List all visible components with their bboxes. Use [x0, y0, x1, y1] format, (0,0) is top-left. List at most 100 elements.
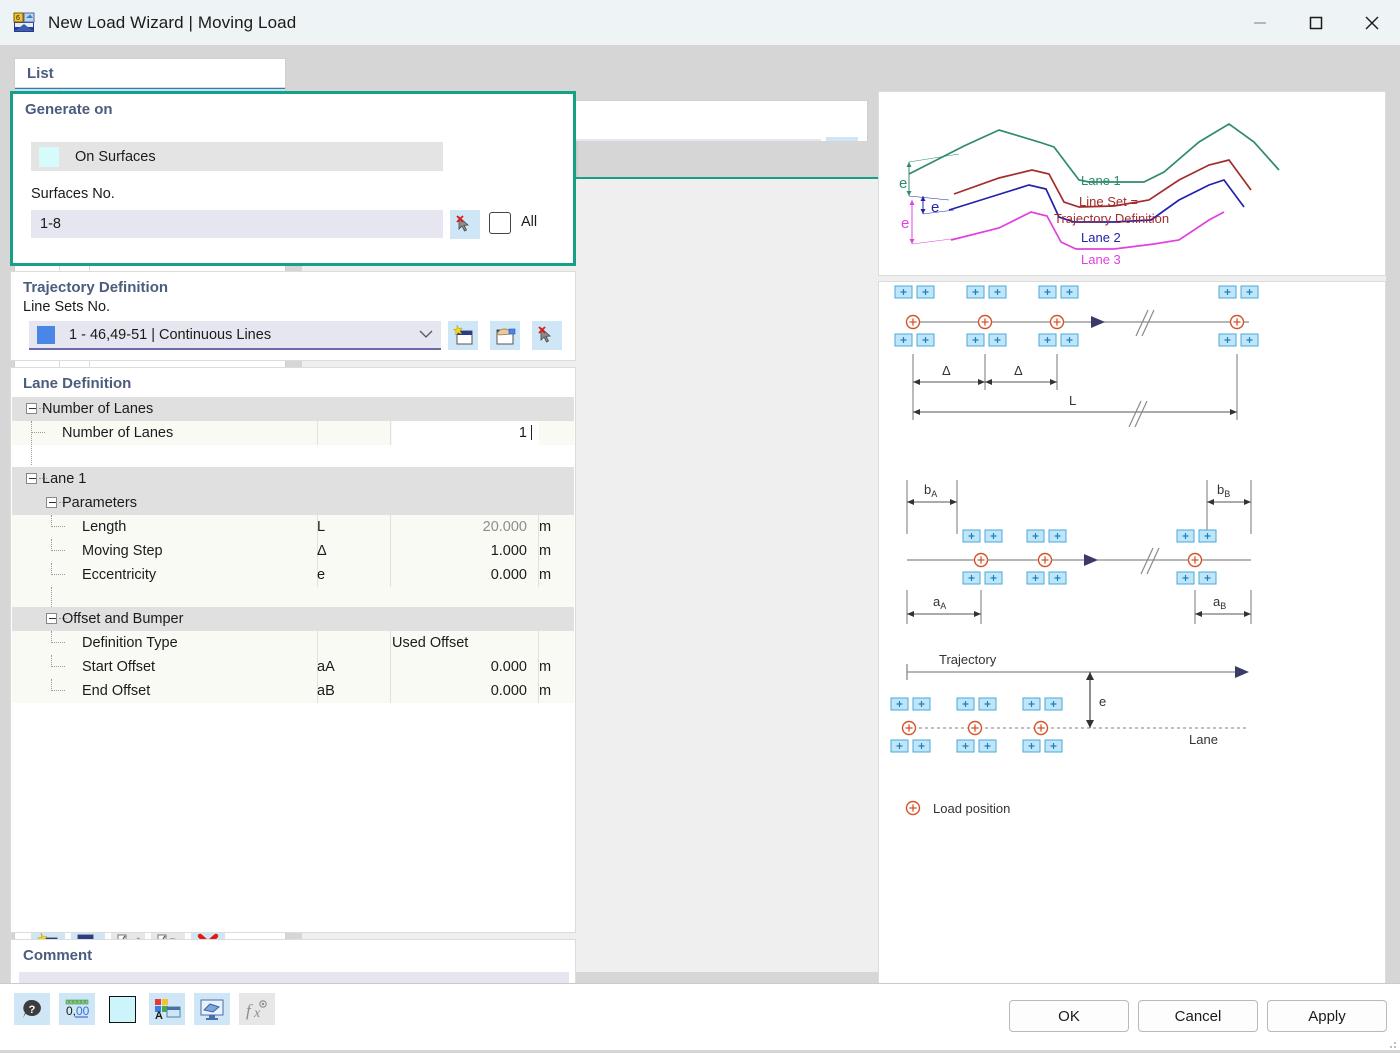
apply-button[interactable]: Apply — [1267, 1000, 1387, 1032]
bottom-bar: ? 0, 00 A f x OK Cancel Apply — [0, 983, 1400, 1050]
generate-on-group: Generate on On Surfaces Surfaces No. All — [10, 91, 576, 266]
table-row-label: Moving Step — [82, 543, 163, 559]
svg-text:x: x — [253, 1006, 261, 1021]
lane-definition-title: Lane Definition — [23, 375, 132, 392]
window-body: List 1 On Surfaces Generate on On Surfac… — [0, 45, 1400, 1050]
table-row-value[interactable]: 20.000 — [392, 519, 530, 535]
table-row-value[interactable]: 0.000 — [392, 683, 530, 699]
svg-text:?: ? — [29, 1004, 36, 1016]
tree-expander-icon[interactable] — [26, 473, 37, 484]
table-row-value[interactable]: 1 — [392, 425, 530, 441]
table-row[interactable]: Moving Step Δ 1.000 m — [12, 539, 574, 563]
table-row[interactable]: Start Offset aA 0.000 m — [12, 655, 574, 679]
table-row[interactable]: Number of Lanes 1 — [12, 421, 574, 445]
table-row-label: Number of Lanes — [62, 425, 174, 441]
table-row[interactable]: Eccentricity e 0.000 m — [12, 563, 574, 587]
table-row-label: Number of Lanes — [42, 401, 154, 417]
svg-text:bB: bB — [1217, 482, 1230, 499]
generate-on-title: Generate on — [25, 101, 113, 118]
decimal-places-button[interactable]: 0, 00 — [59, 993, 95, 1025]
length-label: L — [1069, 393, 1076, 408]
all-checkbox[interactable] — [489, 212, 511, 234]
help-button[interactable]: ? — [14, 993, 50, 1025]
trajectory-label: Trajectory — [939, 652, 997, 667]
table-row-label: Definition Type — [82, 635, 178, 651]
table-row-symbol: L — [317, 519, 326, 535]
edit-line-set-button[interactable] — [490, 321, 520, 350]
ok-button[interactable]: OK — [1009, 1000, 1129, 1032]
table-row-value[interactable]: 0.000 — [392, 567, 530, 583]
pick-line-set-button[interactable] — [532, 321, 562, 350]
resize-grip[interactable] — [1387, 1037, 1397, 1048]
visibility-button[interactable] — [194, 993, 230, 1025]
table-row-symbol: e — [317, 567, 326, 583]
lane2-label: Lane 2 — [1081, 230, 1121, 245]
table-row-label: Start Offset — [82, 659, 156, 675]
lane1-label: Lane 1 — [1081, 173, 1121, 188]
svg-text:0,: 0, — [66, 1004, 76, 1018]
eccentricity-label-lane1: e — [899, 175, 907, 192]
generate-on-selected-label: On Surfaces — [75, 148, 156, 165]
tree-gutter-line — [31, 421, 32, 465]
table-row[interactable]: Length L 20.000 m — [12, 515, 574, 539]
minimize-icon[interactable] — [1232, 0, 1288, 45]
svg-text:aB: aB — [1213, 594, 1226, 611]
lineset-label-2: Trajectory Definition — [1054, 211, 1169, 226]
table-spacer-row — [12, 445, 574, 467]
table-row-symbol: Δ — [317, 543, 327, 559]
diagram-trajectory-lane: Trajectory e Lane Load position — [890, 652, 1249, 816]
tree-expander-icon[interactable] — [46, 497, 57, 508]
pick-cursor-icon[interactable] — [450, 210, 480, 239]
svg-text:bA: bA — [924, 482, 937, 499]
table-row-unit: m — [539, 683, 552, 699]
line-sets-selected-value: 1 - 46,49-51 | Continuous Lines — [69, 326, 272, 343]
svg-text:f: f — [246, 1001, 253, 1020]
table-row-unit: m — [539, 543, 552, 559]
table-row[interactable]: Definition Type Used Offset — [12, 631, 574, 655]
line-sets-combobox[interactable]: 1 - 46,49-51 | Continuous Lines — [29, 321, 441, 350]
title-bar: 6 New Load Wizard | Moving Load — [0, 0, 1400, 45]
bottom-toolbar: ? 0, 00 A f x — [14, 993, 275, 1025]
display-properties-button[interactable]: A — [149, 993, 185, 1025]
table-row-label: Lane 1 — [42, 471, 87, 487]
color-swatch-button[interactable] — [104, 993, 140, 1025]
lane-definition-tree-table: Number of Lanes Number of Lanes 1 Lane 1 Par… — [12, 397, 574, 931]
dialog-buttons: OK Cancel Apply — [1009, 1000, 1387, 1032]
svg-text:A: A — [155, 1010, 163, 1021]
table-row-value[interactable]: Used Offset — [392, 635, 468, 651]
table-row-value[interactable]: 0.000 — [392, 659, 530, 675]
new-line-set-button[interactable] — [448, 321, 478, 350]
table-row[interactable]: End Offset aB 0.000 m — [12, 679, 574, 703]
window-title: New Load Wizard | Moving Load — [48, 12, 297, 32]
window-controls — [1232, 0, 1400, 45]
trajectory-definition-group: Trajectory Definition Line Sets No. 1 - … — [10, 271, 576, 361]
chevron-down-icon — [419, 327, 433, 343]
lanes-figure: e e e Lane 1 Line Set = Trajectory Defin… — [878, 91, 1386, 276]
lane-label: Lane — [1189, 732, 1218, 747]
table-spacer-row — [12, 587, 574, 607]
legend-load-position-label: Load position — [933, 801, 1010, 816]
load-wizard-icon: 6 — [12, 11, 36, 35]
cancel-button[interactable]: Cancel — [1138, 1000, 1258, 1032]
tree-expander-icon[interactable] — [46, 613, 57, 624]
close-icon[interactable] — [1344, 0, 1400, 45]
surfaces-no-input[interactable] — [31, 210, 443, 238]
table-group-row: Lane 1 — [12, 467, 574, 491]
table-row-symbol: aB — [317, 683, 335, 699]
table-group-row: Number of Lanes — [12, 397, 574, 421]
delta-label-1: Δ — [942, 363, 951, 378]
maximize-icon[interactable] — [1288, 0, 1344, 45]
surfaces-no-label: Surfaces No. — [31, 186, 115, 202]
lane-definition-group: Lane Definition Number of Lanes Number of… — [10, 367, 576, 933]
table-row-label: Eccentricity — [82, 567, 157, 583]
tree-expander-icon[interactable] — [26, 403, 37, 414]
table-row-unit: m — [539, 567, 552, 583]
list-header: List — [15, 59, 285, 88]
load-position-figure: Δ Δ L bA bB aA aB Trajectory e Lane Load… — [878, 281, 1386, 1001]
generate-on-selected-row: On Surfaces — [31, 142, 443, 171]
table-row-value[interactable]: 1.000 — [392, 543, 530, 559]
eccentricity-label-lane2: e — [931, 199, 939, 216]
table-row-label: Offset and Bumper — [62, 611, 184, 627]
svg-text:aA: aA — [933, 594, 946, 611]
lane3-label: Lane 3 — [1081, 252, 1121, 267]
